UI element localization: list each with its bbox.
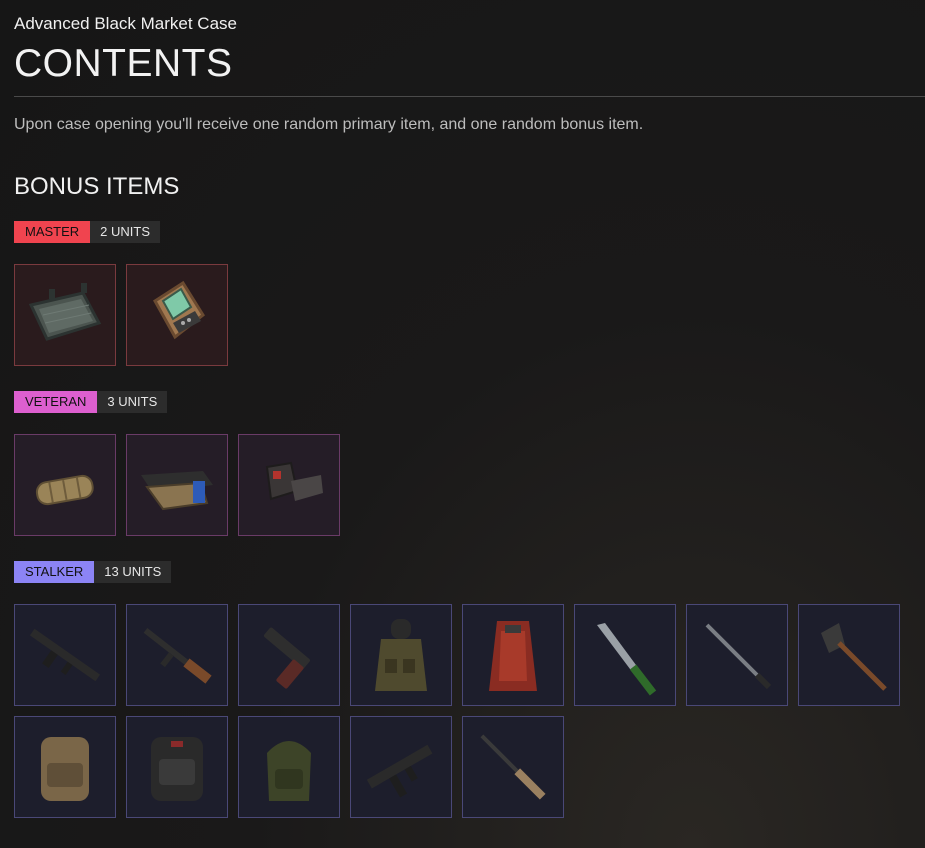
item-tile[interactable] bbox=[14, 434, 116, 536]
item-tile[interactable] bbox=[686, 604, 788, 706]
item-tile[interactable] bbox=[574, 604, 676, 706]
shovel-icon bbox=[821, 623, 887, 691]
item-tile[interactable] bbox=[14, 264, 116, 366]
detector-device-icon bbox=[153, 280, 205, 340]
item-grid-stalker bbox=[14, 604, 900, 818]
tier-units: 2 UNITS bbox=[90, 221, 161, 243]
tactical-vest-icon bbox=[375, 619, 427, 691]
section-title-bonus-items: BONUS ITEMS bbox=[14, 173, 180, 200]
tier-header: MASTER 2 UNITS bbox=[14, 221, 161, 243]
case-description: Upon case opening you'll receive one ran… bbox=[14, 116, 644, 133]
bayonet-icon bbox=[705, 623, 772, 690]
item-tile[interactable] bbox=[14, 716, 116, 818]
tier-stalker: STALKER 13 UNITS bbox=[14, 561, 172, 583]
item-tile[interactable] bbox=[798, 604, 900, 706]
case-name: Advanced Black Market Case bbox=[14, 14, 237, 33]
item-tile[interactable] bbox=[14, 604, 116, 706]
item-tile[interactable] bbox=[238, 434, 340, 536]
item-tile[interactable] bbox=[462, 716, 564, 818]
sniper-rifle-icon bbox=[480, 734, 546, 800]
item-tile[interactable] bbox=[350, 716, 452, 818]
armor-plate-icon bbox=[28, 283, 102, 341]
black-backpack-icon bbox=[151, 737, 203, 801]
tier-units: 3 UNITS bbox=[97, 391, 168, 413]
assault-rifle-icon bbox=[29, 628, 101, 682]
item-grid-master bbox=[14, 264, 900, 366]
submachine-gun-icon bbox=[366, 744, 433, 798]
green-backpack-icon bbox=[267, 741, 311, 801]
item-tile[interactable] bbox=[126, 604, 228, 706]
tier-badge-veteran: VETERAN bbox=[14, 391, 98, 413]
item-tile[interactable] bbox=[350, 604, 452, 706]
tier-badge-stalker: STALKER bbox=[14, 561, 95, 583]
item-grid-veteran bbox=[14, 434, 900, 536]
item-tile[interactable] bbox=[126, 716, 228, 818]
tier-master: MASTER 2 UNITS bbox=[14, 221, 161, 243]
tier-badge-master: MASTER bbox=[14, 221, 91, 243]
foregrip-icon bbox=[141, 471, 213, 511]
divider bbox=[14, 96, 925, 97]
item-tile[interactable] bbox=[462, 604, 564, 706]
item-tile[interactable] bbox=[126, 264, 228, 366]
item-tile[interactable] bbox=[126, 434, 228, 536]
pistol-icon bbox=[264, 627, 310, 689]
red-armor-vest-icon bbox=[489, 621, 537, 691]
page-title: CONTENTS bbox=[14, 42, 233, 85]
tier-units: 13 UNITS bbox=[94, 561, 172, 583]
combat-knife-icon bbox=[597, 623, 657, 696]
item-tile[interactable] bbox=[238, 604, 340, 706]
item-tile[interactable] bbox=[238, 716, 340, 818]
suppressor-icon bbox=[35, 474, 94, 506]
tier-header: STALKER 13 UNITS bbox=[14, 561, 172, 583]
tier-veteran: VETERAN 3 UNITS bbox=[14, 391, 168, 413]
red-dot-sight-icon bbox=[265, 461, 323, 501]
ak-rifle-icon bbox=[143, 628, 212, 684]
tier-header: VETERAN 3 UNITS bbox=[14, 391, 168, 413]
tan-backpack-icon bbox=[41, 737, 89, 801]
